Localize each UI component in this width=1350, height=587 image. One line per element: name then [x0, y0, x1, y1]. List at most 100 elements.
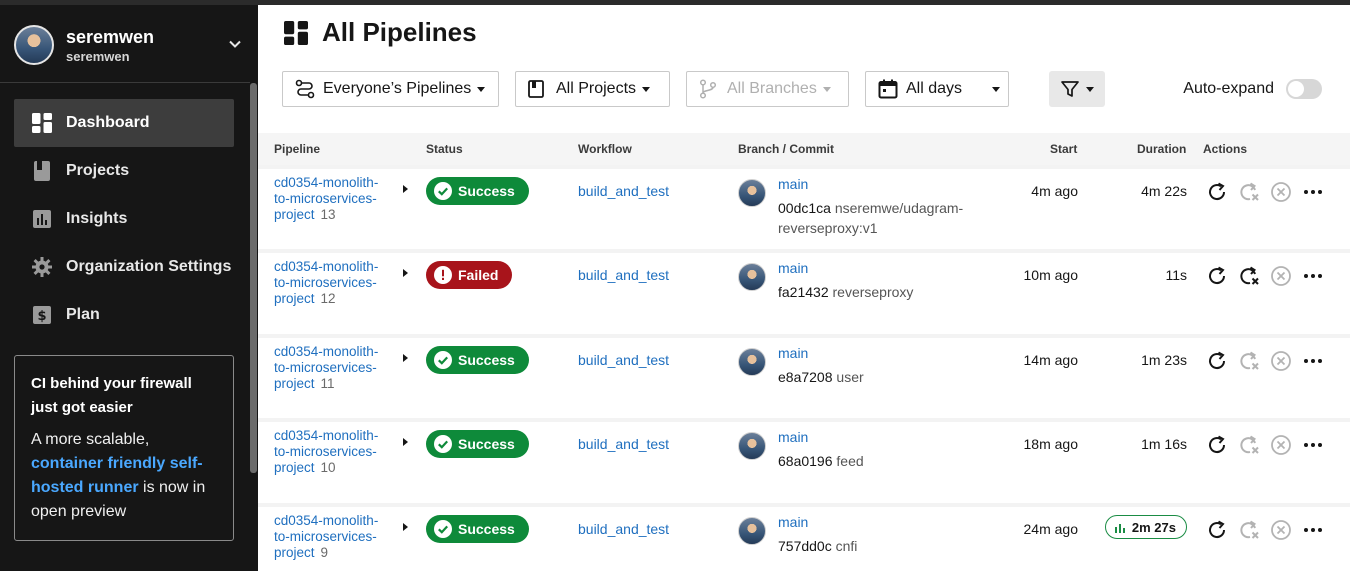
row-actions — [1206, 519, 1334, 541]
workflow-link[interactable]: build_and_test — [578, 436, 669, 452]
cancel-icon[interactable] — [1270, 519, 1292, 541]
days-filter-label: All days — [906, 80, 963, 97]
days-filter-dropdown[interactable]: All days — [865, 71, 1009, 107]
chevron-down-icon — [229, 40, 241, 48]
dashboard-icon — [284, 20, 308, 45]
advanced-filter-button[interactable] — [1049, 71, 1105, 107]
status-badge[interactable]: Success — [426, 177, 529, 205]
branch-link[interactable]: main — [778, 260, 808, 276]
rerun-icon[interactable] — [1206, 519, 1228, 541]
branch-link[interactable]: main — [778, 176, 808, 192]
commit-info[interactable]: 00dc1ca nseremwe/udagram-reverseproxy:v1 — [778, 198, 988, 238]
pipeline-project-link[interactable]: cd0354-monolith-to-microservices-project… — [274, 428, 384, 476]
branch-link[interactable]: main — [778, 514, 808, 530]
commit-hash: fa21432 — [778, 284, 829, 300]
auto-expand-toggle[interactable] — [1286, 79, 1322, 99]
cancel-icon[interactable] — [1270, 350, 1292, 372]
workflow-link[interactable]: build_and_test — [578, 352, 669, 368]
rerun-icon[interactable] — [1206, 181, 1228, 203]
commit-info[interactable]: fa21432 reverseproxy — [778, 282, 988, 302]
sidebar-item-projects[interactable]: Projects — [14, 147, 234, 195]
workflow-link[interactable]: build_and_test — [578, 183, 669, 199]
more-options-icon[interactable] — [1302, 265, 1324, 287]
svg-text:$: $ — [37, 309, 46, 324]
rerun-failed-icon[interactable] — [1238, 519, 1260, 541]
duration-insights-pill[interactable]: 2m 27s — [1104, 515, 1187, 539]
rerun-failed-icon[interactable] — [1238, 350, 1260, 372]
sidebar-item-organization-settings[interactable]: Organization Settings — [14, 243, 234, 291]
sidebar-item-insights[interactable]: Insights — [14, 195, 234, 243]
workflow-link[interactable]: build_and_test — [578, 267, 669, 283]
check-circle-icon — [434, 435, 452, 453]
check-circle-icon — [434, 351, 452, 369]
promo-text: A more scalable, — [31, 431, 150, 448]
branches-filter-dropdown[interactable]: All Branches — [686, 71, 849, 107]
table-row: cd0354-monolith-to-microservices-project… — [258, 249, 1350, 333]
status-badge[interactable]: Success — [426, 346, 529, 374]
more-options-icon[interactable] — [1302, 350, 1324, 372]
status-badge[interactable]: Failed — [426, 261, 513, 289]
rerun-icon[interactable] — [1206, 265, 1228, 287]
alert-circle-icon — [434, 266, 452, 284]
rerun-failed-icon[interactable] — [1238, 434, 1260, 456]
commit-info[interactable]: e8a7208 user — [778, 367, 988, 387]
start-time: 10m ago — [1023, 267, 1078, 283]
org-switcher[interactable]: seremwen seremwen — [14, 23, 250, 67]
status-badge[interactable]: Success — [426, 515, 529, 543]
branch-link[interactable]: main — [778, 429, 808, 445]
avatar — [738, 432, 766, 460]
funnel-icon — [1061, 81, 1079, 97]
commit-info[interactable]: 68a0196 feed — [778, 451, 988, 471]
cancel-icon[interactable] — [1270, 181, 1292, 203]
status-label: Success — [458, 521, 515, 537]
rerun-failed-icon[interactable] — [1238, 181, 1260, 203]
expand-row-icon[interactable] — [403, 523, 408, 531]
expand-row-icon[interactable] — [403, 438, 408, 446]
expand-row-icon[interactable] — [403, 269, 408, 277]
cancel-icon[interactable] — [1270, 265, 1292, 287]
more-options-icon[interactable] — [1302, 519, 1324, 541]
commit-message: feed — [836, 453, 864, 469]
main-content: All Pipelines Everyone’s Pipelines All P… — [258, 5, 1350, 587]
pipeline-project-link[interactable]: cd0354-monolith-to-microservices-project… — [274, 259, 384, 307]
branch-link[interactable]: main — [778, 345, 808, 361]
pipeline-number: 13 — [320, 207, 336, 222]
pipeline-project-link[interactable]: cd0354-monolith-to-microservices-project… — [274, 513, 384, 561]
rerun-icon[interactable] — [1206, 434, 1228, 456]
row-actions — [1206, 265, 1334, 287]
column-header-start: Start — [1050, 142, 1078, 156]
pipeline-number: 10 — [320, 460, 336, 475]
sidebar-item-label: Projects — [66, 162, 130, 179]
commit-info[interactable]: 757dd0c cnfi — [778, 536, 988, 556]
row-actions — [1206, 350, 1334, 372]
rerun-icon[interactable] — [1206, 350, 1228, 372]
sidebar-scrollbar[interactable] — [250, 83, 257, 473]
commit-hash: 68a0196 — [778, 453, 833, 469]
branch-icon — [699, 79, 719, 99]
runner-promo-card: CI behind your firewall just got easier … — [14, 355, 234, 541]
pipelines-filter-dropdown[interactable]: Everyone’s Pipelines — [282, 71, 499, 107]
calendar-icon — [878, 79, 898, 99]
sidebar-item-plan[interactable]: $ Plan — [14, 291, 234, 339]
workflow-link[interactable]: build_and_test — [578, 521, 669, 537]
sidebar: seremwen seremwen Dashboard Projects Ins… — [0, 5, 258, 571]
rerun-failed-icon[interactable] — [1238, 265, 1260, 287]
expand-row-icon[interactable] — [403, 354, 408, 362]
projects-filter-dropdown[interactable]: All Projects — [515, 71, 670, 107]
promo-body: A more scalable, container friendly self… — [31, 428, 217, 524]
status-badge[interactable]: Success — [426, 430, 529, 458]
sidebar-item-dashboard[interactable]: Dashboard — [14, 99, 234, 147]
pipeline-project-link[interactable]: cd0354-monolith-to-microservices-project… — [274, 175, 384, 223]
more-options-icon[interactable] — [1302, 434, 1324, 456]
check-circle-icon — [434, 182, 452, 200]
more-options-icon[interactable] — [1302, 181, 1324, 203]
caret-down-icon — [477, 86, 486, 92]
table-row: cd0354-monolith-to-microservices-project… — [258, 418, 1350, 502]
pipeline-project-link[interactable]: cd0354-monolith-to-microservices-project… — [274, 344, 384, 392]
duration: 1m 23s — [1141, 352, 1187, 368]
duration: 4m 22s — [1141, 183, 1187, 199]
projects-filter-label: All Projects — [556, 80, 637, 97]
cancel-icon[interactable] — [1270, 434, 1292, 456]
table-row: cd0354-monolith-to-microservices-project… — [258, 503, 1350, 587]
expand-row-icon[interactable] — [403, 185, 408, 193]
